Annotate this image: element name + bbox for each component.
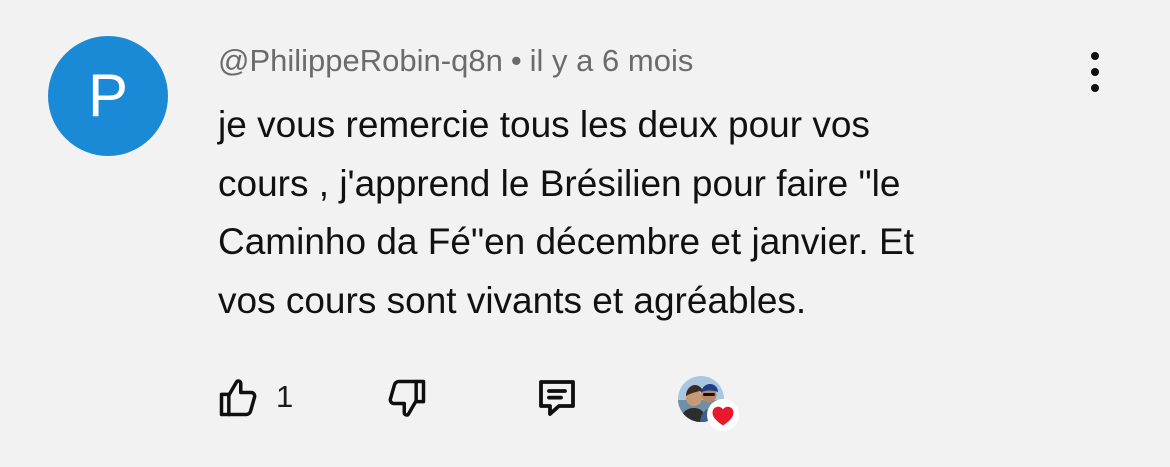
creator-heart-badge [678, 376, 742, 432]
meta-separator: • [510, 43, 522, 78]
more-options-dot [1091, 84, 1099, 92]
avatar-letter: P [87, 62, 129, 129]
dislike-button[interactable] [383, 372, 431, 424]
thumbs-down-icon [388, 379, 426, 417]
more-options-dot [1091, 68, 1099, 76]
comment-meta: @PhilippeRobin-q8n • il y a 6 mois [218, 42, 693, 80]
heart-icon [707, 399, 739, 431]
reply-button[interactable] [533, 372, 581, 424]
thumbs-up-icon [219, 379, 257, 417]
comment-author[interactable]: @PhilippeRobin-q8n [218, 43, 503, 78]
comment-timestamp[interactable]: il y a 6 mois [530, 43, 694, 78]
comment-text: je vous remercie tous les deux pour vos … [218, 104, 914, 321]
more-options-button[interactable] [1080, 52, 1110, 92]
more-options-dot [1091, 52, 1099, 60]
comment-actions: 1 [0, 372, 1170, 432]
comment-avatar[interactable]: P [48, 36, 168, 156]
like-count: 1 [276, 379, 294, 414]
like-button[interactable] [214, 372, 262, 424]
reply-comment-icon [539, 380, 575, 416]
